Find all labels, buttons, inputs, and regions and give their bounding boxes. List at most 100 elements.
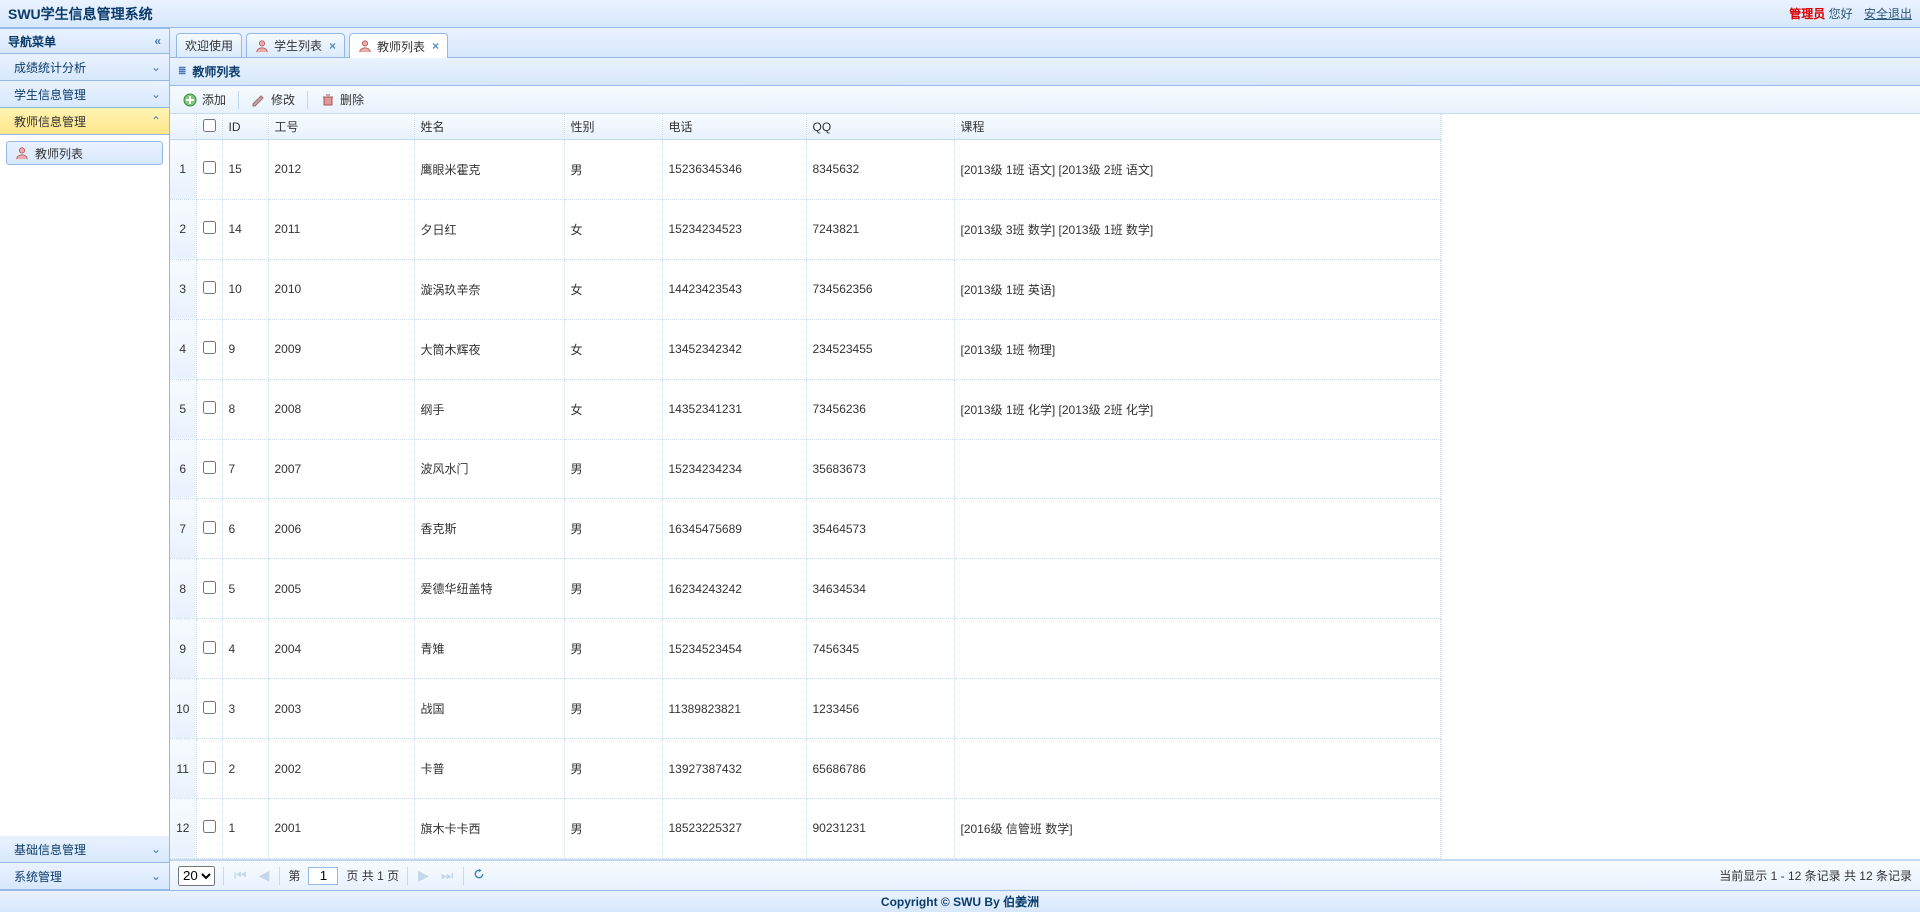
close-icon[interactable]: × <box>432 39 439 53</box>
cell-gender: 男 <box>564 739 662 799</box>
cell-no: 2003 <box>268 679 414 739</box>
cell-qq: 7456345 <box>806 619 954 679</box>
cell-id: 8 <box>222 379 268 439</box>
tab-teacher-list[interactable]: 教师列表 × <box>349 33 448 58</box>
row-checkbox[interactable] <box>203 221 216 234</box>
collapse-icon[interactable]: ≣ <box>178 66 186 77</box>
tab-welcome[interactable]: 欢迎使用 <box>176 33 242 57</box>
sidebar-title[interactable]: 导航菜单 « <box>0 28 169 54</box>
cell-qq: 65686786 <box>806 739 954 799</box>
cell-name: 香克斯 <box>414 499 564 559</box>
table-row[interactable]: 3102010漩涡玖辛奈女14423423543734562356[2013级 … <box>170 259 1440 319</box>
table-row[interactable]: 762006香克斯男1634547568935464573 <box>170 499 1440 559</box>
cell-course <box>954 559 1440 619</box>
grid-header-row: ID 工号 姓名 性别 电话 QQ 课程 <box>170 114 1440 140</box>
col-id[interactable]: ID <box>222 114 268 140</box>
table-row[interactable]: 672007波风水门男1523423423435683673 <box>170 439 1440 499</box>
table-row[interactable]: 1122002卡普男1392738743265686786 <box>170 739 1440 799</box>
row-checkbox[interactable] <box>203 281 216 294</box>
tree-node-teacher-list[interactable]: 教师列表 <box>6 141 163 165</box>
col-phone[interactable]: 电话 <box>662 114 806 140</box>
logout-link[interactable]: 安全退出 <box>1864 7 1912 21</box>
cell-phone: 14352341231 <box>662 379 806 439</box>
table-row[interactable]: 1152012鹰眼米霍克男152363453468345632[2013级 1班… <box>170 140 1440 200</box>
cell-no: 2008 <box>268 379 414 439</box>
col-name[interactable]: 姓名 <box>414 114 564 140</box>
table-row[interactable]: 2142011夕日红女152342345237243821[2013级 3班 数… <box>170 199 1440 259</box>
cell-checkbox <box>196 499 222 559</box>
cell-course: [2016级 信管班 数学] <box>954 798 1440 858</box>
cell-checkbox <box>196 679 222 739</box>
select-all-checkbox[interactable] <box>203 119 216 132</box>
cell-checkbox <box>196 619 222 679</box>
cell-id: 10 <box>222 259 268 319</box>
admin-label: 管理员 <box>1789 7 1825 21</box>
col-course[interactable]: 课程 <box>954 114 1440 140</box>
col-no[interactable]: 工号 <box>268 114 414 140</box>
cell-phone: 16345475689 <box>662 499 806 559</box>
table-row[interactable]: 1032003战国男113898238211233456 <box>170 679 1440 739</box>
add-button[interactable]: 添加 <box>176 89 232 110</box>
pager-separator <box>463 867 464 885</box>
pager-separator <box>279 867 280 885</box>
row-checkbox[interactable] <box>203 641 216 654</box>
cell-name: 波风水门 <box>414 439 564 499</box>
pager-separator <box>407 867 408 885</box>
row-checkbox[interactable] <box>203 461 216 474</box>
chevron-down-icon: ⌄ <box>151 87 161 101</box>
prev-page-button[interactable]: ◀ <box>257 865 272 886</box>
edit-button[interactable]: 修改 <box>245 89 301 110</box>
cell-no: 2002 <box>268 739 414 799</box>
sidebar-title-label: 导航菜单 <box>8 33 56 50</box>
first-page-button[interactable]: ⏮ <box>232 865 249 886</box>
row-checkbox[interactable] <box>203 820 216 833</box>
table-row[interactable]: 1212001旗木卡卡西男1852322532790231231[2016级 信… <box>170 798 1440 858</box>
cell-rownum: 9 <box>170 619 196 679</box>
cell-phone: 18523225327 <box>662 798 806 858</box>
refresh-button[interactable] <box>472 867 486 884</box>
cell-gender: 女 <box>564 259 662 319</box>
header-right: 管理员 您好 安全退出 <box>1789 5 1912 22</box>
col-gender[interactable]: 性别 <box>564 114 662 140</box>
row-checkbox[interactable] <box>203 401 216 414</box>
sidebar-item-student[interactable]: 学生信息管理 ⌄ <box>0 81 169 108</box>
row-checkbox[interactable] <box>203 341 216 354</box>
last-page-button[interactable]: ⏭ <box>439 865 456 886</box>
row-checkbox[interactable] <box>203 701 216 714</box>
col-rownum <box>170 114 196 140</box>
grid-table: ID 工号 姓名 性别 电话 QQ 课程 1152012鹰眼米霍克男152363… <box>170 114 1441 859</box>
cell-id: 15 <box>222 140 268 200</box>
cell-phone: 15234234523 <box>662 199 806 259</box>
col-qq[interactable]: QQ <box>806 114 954 140</box>
page-number-input[interactable] <box>308 867 338 885</box>
table-row[interactable]: 852005爱德华纽盖特男1623424324234634534 <box>170 559 1440 619</box>
hello-label: 您好 <box>1829 7 1853 21</box>
tab-label: 学生列表 <box>274 37 322 54</box>
cell-id: 1 <box>222 798 268 858</box>
table-row[interactable]: 942004青雉男152345234547456345 <box>170 619 1440 679</box>
row-checkbox[interactable] <box>203 161 216 174</box>
close-icon[interactable]: × <box>329 39 336 53</box>
sidebar-item-system[interactable]: 系统管理 ⌄ <box>0 863 169 890</box>
delete-button[interactable]: 删除 <box>314 89 370 110</box>
cell-qq: 90231231 <box>806 798 954 858</box>
table-row[interactable]: 492009大筒木辉夜女13452342342234523455[2013级 1… <box>170 319 1440 379</box>
cell-phone: 15234234234 <box>662 439 806 499</box>
chevron-down-icon: ⌄ <box>151 842 161 856</box>
cell-gender: 男 <box>564 559 662 619</box>
row-checkbox[interactable] <box>203 581 216 594</box>
row-checkbox[interactable] <box>203 761 216 774</box>
sidebar-item-score[interactable]: 成绩统计分析 ⌄ <box>0 54 169 81</box>
cell-qq: 34634534 <box>806 559 954 619</box>
next-page-button[interactable]: ▶ <box>416 865 431 886</box>
cell-checkbox <box>196 739 222 799</box>
cell-rownum: 5 <box>170 379 196 439</box>
sidebar-item-teacher[interactable]: 教师信息管理 ⌃ <box>0 108 169 135</box>
table-row[interactable]: 582008纲手女1435234123173456236[2013级 1班 化学… <box>170 379 1440 439</box>
sidebar-item-base[interactable]: 基础信息管理 ⌄ <box>0 836 169 863</box>
page-size-select[interactable]: 20 <box>178 866 215 886</box>
row-checkbox[interactable] <box>203 521 216 534</box>
tab-student-list[interactable]: 学生列表 × <box>246 33 345 57</box>
cell-checkbox <box>196 379 222 439</box>
chevron-up-icon: ⌃ <box>151 114 161 128</box>
